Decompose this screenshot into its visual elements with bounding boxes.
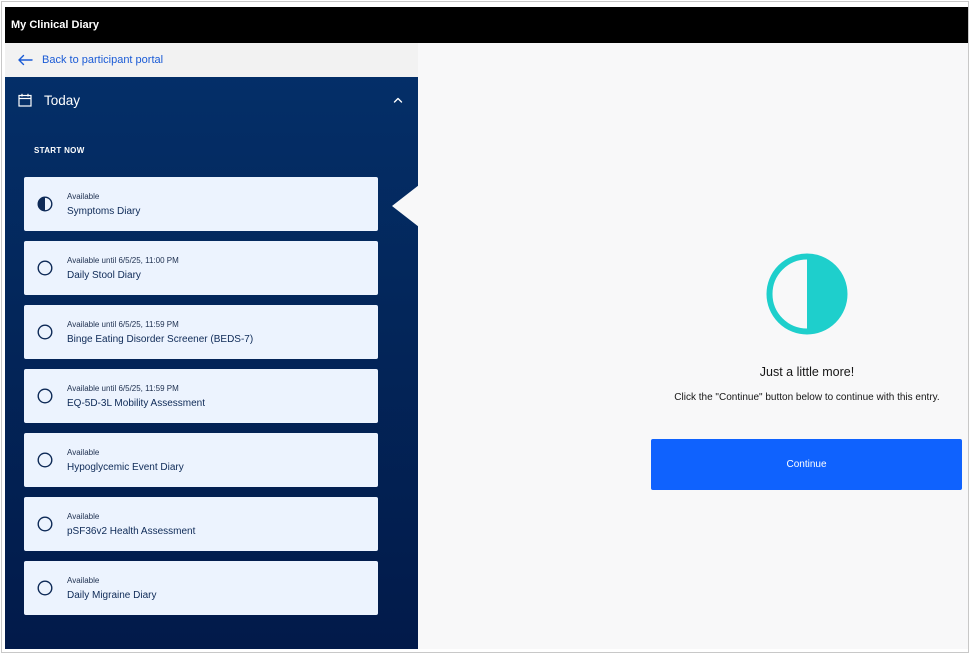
task-list: Available Symptoms Diary Available until… <box>24 177 378 625</box>
task-item-eq-5d-3l[interactable]: Available until 6/5/25, 11:59 PM EQ-5D-3… <box>24 369 378 423</box>
task-availability: Available <box>67 191 100 201</box>
task-name: Hypoglycemic Event Diary <box>67 461 184 473</box>
start-now-heading: START NOW <box>34 146 85 155</box>
app-frame: My Clinical Diary Back to participant po… <box>1 1 969 653</box>
task-availability: Available <box>67 575 100 585</box>
continue-button[interactable]: Continue <box>651 439 962 490</box>
back-link-label: Back to participant portal <box>42 54 164 66</box>
back-to-portal-link[interactable]: Back to participant portal <box>5 43 418 77</box>
empty-circle-icon <box>37 260 53 276</box>
arrow-left-icon <box>18 54 33 66</box>
task-availability: Available <box>67 511 100 521</box>
task-availability: Available until 6/5/25, 11:59 PM <box>67 383 179 393</box>
chevron-up-icon <box>393 97 403 103</box>
entry-headline: Just a little more! <box>759 365 855 379</box>
task-item-beds-7[interactable]: Available until 6/5/25, 11:59 PM Binge E… <box>24 305 378 359</box>
empty-circle-icon <box>37 452 53 468</box>
task-name: Daily Stool Diary <box>67 269 141 281</box>
today-group-label: Today <box>44 92 81 108</box>
selected-task-pointer <box>392 185 419 227</box>
task-availability: Available <box>67 447 100 457</box>
empty-circle-icon <box>37 516 53 532</box>
empty-circle-icon <box>37 580 53 596</box>
task-name: Symptoms Diary <box>67 205 141 217</box>
calendar-icon <box>18 93 32 107</box>
empty-circle-icon <box>37 388 53 404</box>
task-name: Binge Eating Disorder Screener (BEDS-7) <box>67 333 254 345</box>
sidebar: Back to participant portal Today START N… <box>5 43 419 649</box>
task-name: Daily Migraine Diary <box>67 589 157 601</box>
entry-detail-panel: Just a little more! Click the "Continue"… <box>418 43 968 649</box>
task-name: pSF36v2 Health Assessment <box>67 525 196 537</box>
task-availability: Available until 6/5/25, 11:59 PM <box>67 319 179 329</box>
app-title: My Clinical Diary <box>5 7 968 43</box>
task-item-daily-stool-diary[interactable]: Available until 6/5/25, 11:00 PM Daily S… <box>24 241 378 295</box>
task-item-daily-migraine-diary[interactable]: Available Daily Migraine Diary <box>24 561 378 615</box>
half-filled-circle-icon <box>766 253 848 335</box>
task-item-psf36v2[interactable]: Available pSF36v2 Health Assessment <box>24 497 378 551</box>
empty-circle-icon <box>37 324 53 340</box>
task-item-hypoglycemic-event-diary[interactable]: Available Hypoglycemic Event Diary <box>24 433 378 487</box>
entry-message: Click the "Continue" button below to con… <box>674 392 940 403</box>
task-item-symptoms-diary[interactable]: Available Symptoms Diary <box>24 177 378 231</box>
today-group-toggle[interactable]: Today <box>5 77 418 123</box>
half-filled-circle-icon <box>37 196 53 212</box>
task-name: EQ-5D-3L Mobility Assessment <box>67 397 206 409</box>
task-availability: Available until 6/5/25, 11:00 PM <box>67 255 179 265</box>
